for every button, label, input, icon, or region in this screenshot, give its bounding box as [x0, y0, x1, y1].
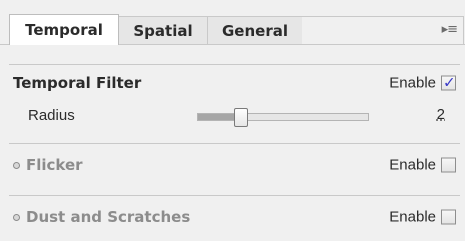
- dust-and-scratches-title: Dust and Scratches: [26, 208, 191, 226]
- radius-value[interactable]: 2: [437, 106, 445, 123]
- panel-menu-icon[interactable]: ▸≡: [442, 22, 458, 37]
- checkmark-icon: ✓: [443, 73, 456, 92]
- tab-general[interactable]: General: [207, 16, 303, 44]
- flicker-title: Flicker: [26, 156, 83, 174]
- temporal-filter-enable-label: Enable: [389, 74, 436, 92]
- flicker-enable-label: Enable: [389, 156, 436, 174]
- flicker-enable-checkbox[interactable]: [441, 157, 456, 173]
- dust-and-scratches-header: Dust and Scratches Enable: [9, 203, 460, 231]
- tab-strip-filler: [302, 16, 464, 44]
- tab-content: Temporal Filter Enable ✓ Radius 2 Flicke…: [9, 47, 460, 241]
- tab-bar: Temporal Spatial General ▸≡: [0, 0, 465, 47]
- tab-spatial[interactable]: Spatial: [118, 16, 208, 44]
- section-divider: [9, 143, 460, 144]
- section-divider: [9, 64, 460, 65]
- temporal-filter-enable-checkbox[interactable]: ✓: [441, 73, 456, 92]
- radius-slider[interactable]: [197, 108, 369, 127]
- dust-and-scratches-enable-label: Enable: [389, 208, 436, 226]
- radius-row: Radius 2: [9, 101, 460, 129]
- radius-slider-thumb[interactable]: [234, 108, 248, 127]
- dust-and-scratches-enable-checkbox[interactable]: [441, 209, 456, 225]
- radius-label: Radius: [28, 107, 75, 124]
- temporal-filter-header: Temporal Filter Enable ✓: [9, 69, 460, 97]
- tab-temporal[interactable]: Temporal: [9, 14, 119, 45]
- section-divider: [9, 195, 460, 196]
- flicker-header: Flicker Enable: [9, 151, 460, 179]
- temporal-filter-title: Temporal Filter: [13, 74, 142, 92]
- bullet-icon: [13, 213, 20, 221]
- temporal-panel: Temporal Spatial General ▸≡ Temporal Fil…: [0, 0, 465, 241]
- bullet-icon: [13, 161, 20, 169]
